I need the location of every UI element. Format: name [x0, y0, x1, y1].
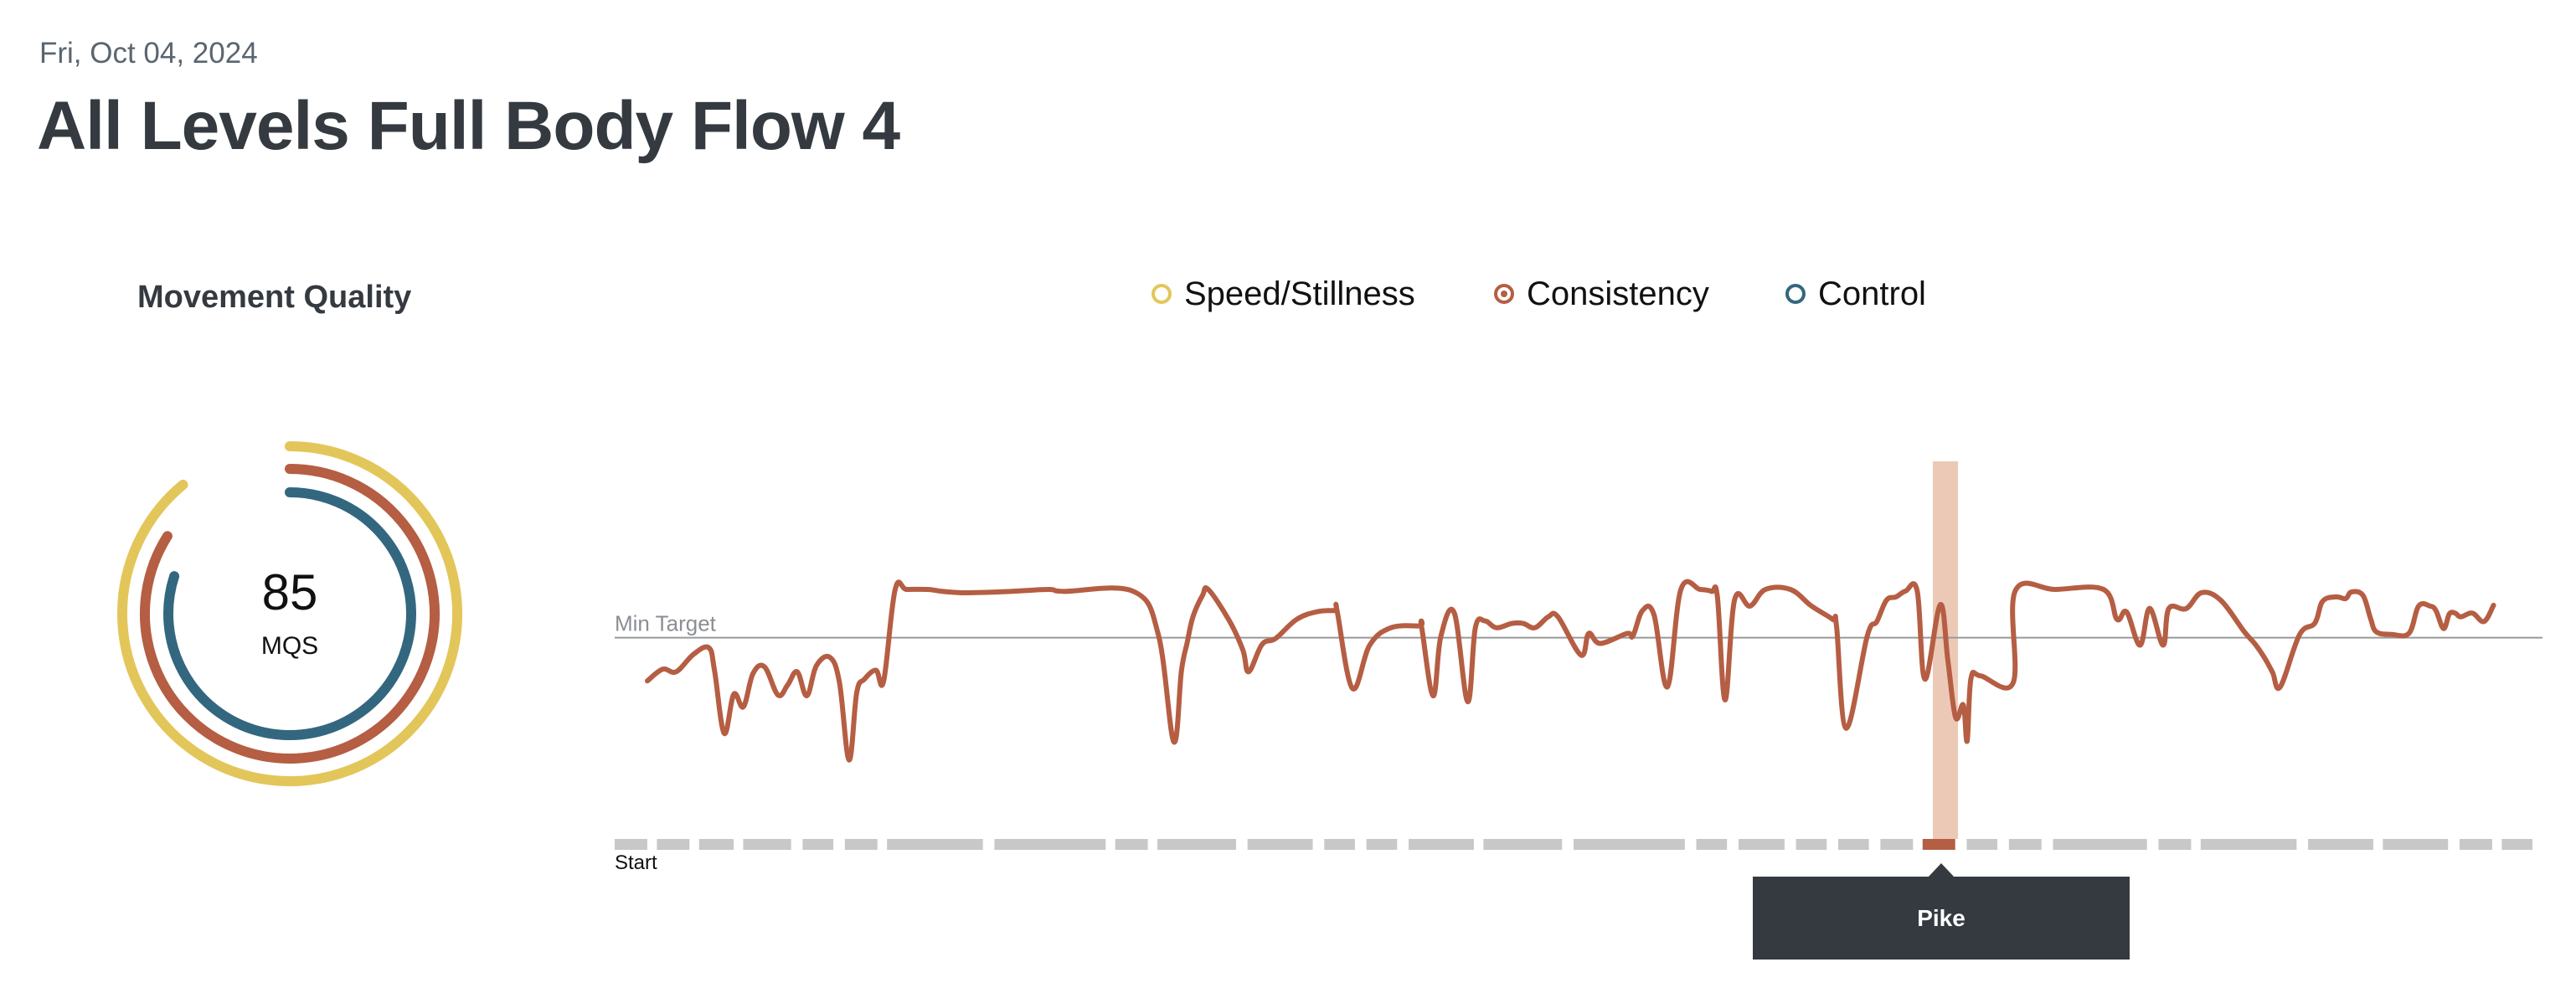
timeline-segment[interactable] — [1880, 839, 1914, 850]
timeline-segment[interactable] — [994, 839, 1106, 850]
timeline-segment[interactable] — [2008, 839, 2042, 850]
timeline-segment[interactable] — [743, 839, 791, 850]
tooltip-arrow — [1928, 863, 1955, 877]
consistency-line-chart: Min Target Start — [615, 461, 2543, 874]
timeline-segment[interactable] — [1366, 839, 1398, 850]
timeline-start-label: Start — [615, 852, 657, 874]
timeline-segment[interactable] — [1157, 839, 1236, 850]
tooltip-label: Pike — [1917, 904, 1965, 931]
timeline-segment[interactable] — [2501, 839, 2532, 850]
timeline-segment[interactable] — [1409, 839, 1474, 850]
timeline-segment[interactable] — [698, 839, 734, 850]
timeline-segment[interactable] — [802, 839, 834, 850]
timeline-segment[interactable] — [1115, 839, 1148, 850]
timeline-segment[interactable] — [1966, 839, 1998, 850]
timeline-segment[interactable] — [2383, 839, 2449, 850]
timeline-segment[interactable] — [844, 839, 878, 850]
timeline-segment[interactable] — [2053, 839, 2147, 850]
consistency-series-line — [644, 579, 2496, 763]
segment-tooltip: Pike — [1753, 877, 2130, 960]
timeline-segment[interactable] — [887, 839, 983, 850]
timeline-segment[interactable] — [1838, 839, 1869, 850]
timeline-segment[interactable] — [615, 839, 647, 850]
timeline-segment-active[interactable] — [1922, 839, 1955, 850]
timeline-segment[interactable] — [2308, 839, 2373, 850]
timeline-segment[interactable] — [2459, 839, 2492, 850]
timeline-segment[interactable] — [1738, 839, 1785, 850]
timeline-segment[interactable] — [1324, 839, 1355, 850]
min-target-label: Min Target — [615, 611, 717, 636]
timeline-segment[interactable] — [1247, 839, 1313, 850]
timeline-segment[interactable] — [1795, 839, 1827, 850]
timeline — [615, 839, 2532, 850]
timeline-segment[interactable] — [2200, 839, 2297, 850]
timeline-segment[interactable] — [1696, 839, 1728, 850]
timeline-segment[interactable] — [1483, 839, 1563, 850]
timeline-segment[interactable] — [1574, 839, 1685, 850]
timeline-segment[interactable] — [2158, 839, 2192, 850]
timeline-segment[interactable] — [657, 839, 690, 850]
